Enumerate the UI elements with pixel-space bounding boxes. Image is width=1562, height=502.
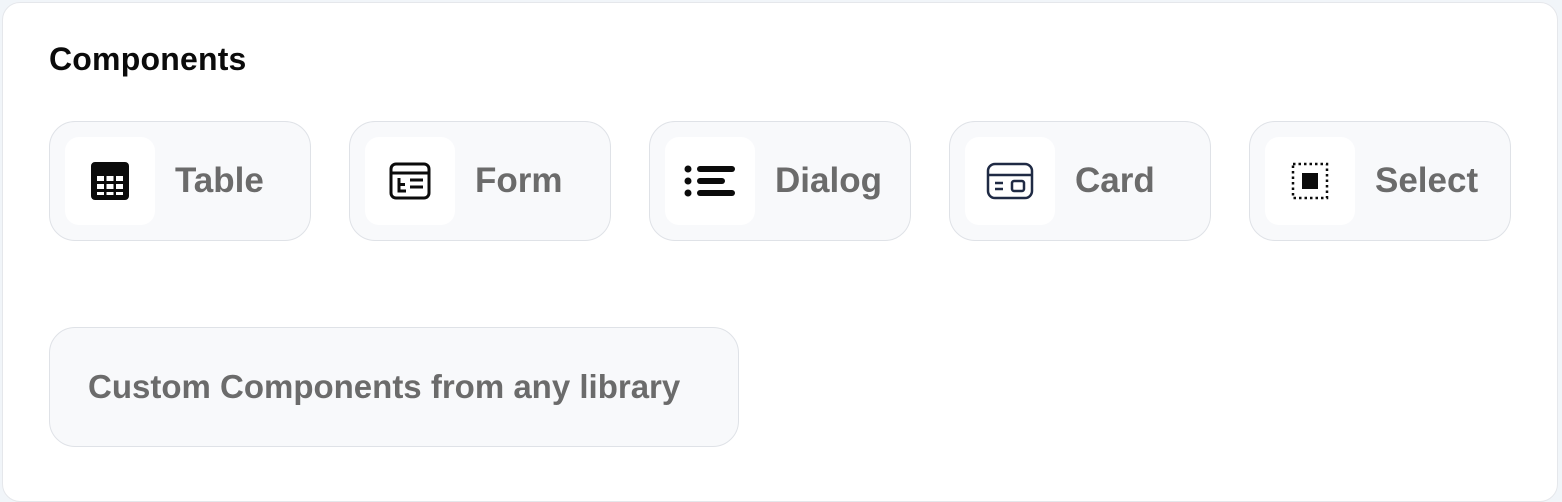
component-chip-select[interactable]: Select (1249, 121, 1511, 241)
icon-box (1265, 137, 1355, 225)
chip-label: Form (475, 161, 563, 200)
icon-box (665, 137, 755, 225)
select-icon (1291, 162, 1329, 200)
components-panel: Components Table Form Dialog Card Select… (2, 2, 1558, 502)
component-chip-list: Table Form Dialog Card Select (49, 121, 1511, 241)
chip-label: Select (1375, 161, 1479, 200)
icon-box (65, 137, 155, 225)
custom-components-chip[interactable]: Custom Components from any library (49, 327, 739, 447)
custom-components-label: Custom Components from any library (88, 368, 681, 405)
chip-label: Card (1075, 161, 1155, 200)
component-chip-card[interactable]: Card (949, 121, 1211, 241)
chip-label: Dialog (775, 161, 882, 200)
form-icon (389, 162, 431, 200)
chip-label: Table (175, 161, 264, 200)
card-icon (986, 162, 1034, 200)
section-title: Components (49, 41, 247, 77)
component-chip-table[interactable]: Table (49, 121, 311, 241)
component-chip-form[interactable]: Form (349, 121, 611, 241)
table-icon (91, 162, 129, 200)
icon-box (365, 137, 455, 225)
icon-box (965, 137, 1055, 225)
list-icon (684, 165, 735, 197)
component-chip-dialog[interactable]: Dialog (649, 121, 911, 241)
